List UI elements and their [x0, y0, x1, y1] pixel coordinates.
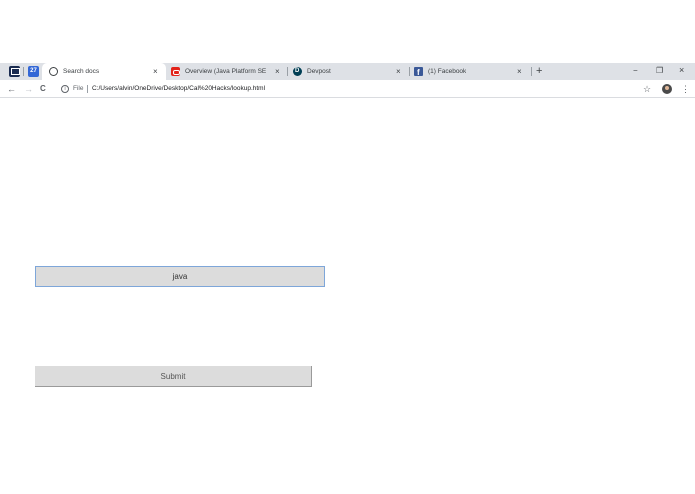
tab-close-icon[interactable]: × [396, 63, 401, 80]
devpost-icon [293, 63, 302, 80]
address-bar[interactable]: C:/Users/alvin/OneDrive/Desktop/Cal%20Ha… [92, 80, 265, 98]
tab-title: Overview (Java Platform SE 8 ) [185, 68, 267, 75]
minimize-button[interactable]: − [633, 63, 638, 78]
restore-button[interactable]: ❐ [656, 63, 663, 78]
oracle-icon [171, 67, 180, 76]
browser-toolbar: ← → C i File C:/Users/alvin/OneDrive/Des… [0, 80, 695, 98]
tab-facebook[interactable]: (1) Facebook × [407, 63, 532, 81]
tab-devpost[interactable]: Devpost × [286, 63, 410, 80]
tab-separator [531, 67, 532, 76]
forward-button[interactable]: → [24, 80, 33, 98]
tab-title: Devpost [307, 68, 331, 75]
facebook-icon [414, 64, 423, 81]
pinned-separator [23, 67, 24, 76]
pinned-app-icon[interactable] [9, 66, 20, 77]
chrome-icon [49, 67, 58, 76]
calendar-icon[interactable]: 27 [28, 66, 39, 77]
new-tab-button[interactable]: + [536, 63, 542, 80]
back-button[interactable]: ← [7, 80, 16, 98]
tab-java-overview[interactable]: Overview (Java Platform SE 8 ) × [164, 63, 288, 80]
tab-title: (1) Facebook [428, 68, 467, 75]
menu-icon[interactable]: ⋮ [681, 80, 690, 98]
submit-button[interactable]: Submit [35, 366, 312, 387]
tab-close-icon[interactable]: × [275, 63, 280, 80]
tab-close-icon[interactable]: × [517, 63, 522, 80]
window-close-button[interactable]: × [679, 63, 684, 78]
profile-avatar[interactable] [662, 84, 672, 94]
tab-search-docs[interactable]: Search docs × [42, 63, 166, 80]
search-input[interactable] [35, 266, 325, 287]
info-icon[interactable]: i [61, 85, 69, 93]
tab-close-icon[interactable]: × [153, 63, 158, 80]
reload-button[interactable]: C [40, 80, 46, 98]
scheme-label: File [73, 85, 84, 92]
tab-title: Search docs [63, 68, 100, 75]
address-separator [87, 85, 88, 93]
bookmark-star-icon[interactable]: ☆ [643, 80, 651, 98]
tab-strip: 27 Search docs × Overview (Java Platform… [0, 63, 695, 81]
